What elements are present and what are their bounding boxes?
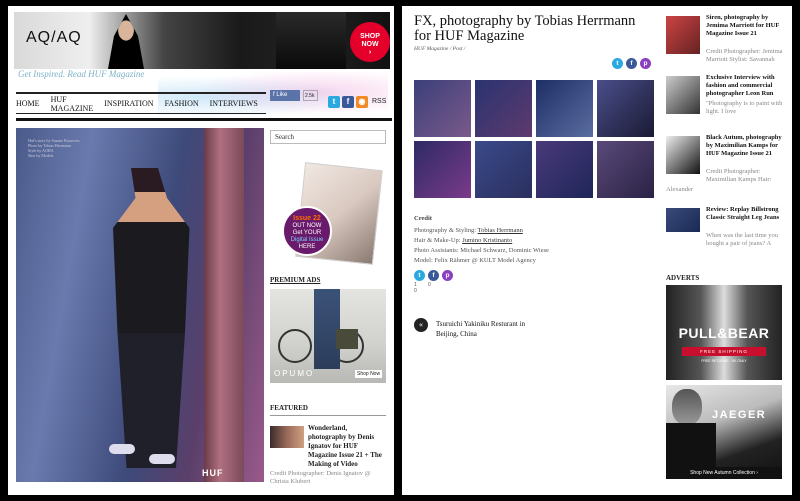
premium-ads-heading[interactable]: PREMIUM ADS	[270, 276, 320, 284]
shop-now-button[interactable]: SHOP NOW ›	[350, 22, 390, 62]
jaeger-logo: JAEGER	[712, 409, 767, 421]
rss-icon[interactable]: ◉	[356, 96, 368, 108]
sidebar-post-thumbnail[interactable]	[666, 136, 700, 174]
pull-and-bear-logo: PULL&BEAR	[678, 325, 770, 341]
credit-label: Hair & Make-Up:	[414, 237, 463, 244]
share-buttons-bottom: t f p	[414, 270, 453, 281]
share-count: 0	[428, 282, 431, 288]
banner-model-image	[108, 14, 144, 69]
credit-heading: Credit	[414, 215, 432, 222]
nav-inspiration[interactable]: INSPIRATION	[104, 99, 153, 108]
issue-badge[interactable]: Issue 22 OUT NOW Get YOUR Digital Issue …	[282, 206, 332, 256]
photo-gallery	[414, 80, 656, 198]
header-divider	[16, 118, 392, 121]
ad-bag	[336, 329, 358, 349]
search-input[interactable]: Search	[270, 130, 386, 144]
magazine-promo[interactable]: Issue 22 OUT NOW Get YOUR Digital Issue …	[282, 162, 386, 266]
facebook-share-icon[interactable]: f	[428, 270, 439, 281]
gallery-thumbnail[interactable]	[475, 80, 532, 137]
gallery-thumbnail[interactable]	[414, 141, 471, 198]
featured-thumbnail[interactable]	[270, 426, 304, 448]
sidebar-post-excerpt: Credit Photographer: Maximilian Kamps Ha…	[706, 168, 772, 183]
twitter-icon[interactable]: t	[328, 96, 340, 108]
main-nav: HOME HUF MAGAZINE INSPIRATION FASHION IN…	[16, 92, 266, 114]
bike-wheel	[278, 329, 312, 363]
previous-post-title[interactable]: Tsuruichi Yakiniku Resturant in Beijing,…	[436, 319, 546, 339]
sidebar-post-excerpt: Credit Photographer: Jemima Marriott Sty…	[706, 48, 783, 63]
sidebar-post-thumbnail[interactable]	[666, 208, 700, 232]
hero-brand: HUF	[202, 468, 224, 478]
sidebar-post-excerpt: "Photography is to paint with light. I l…	[706, 100, 783, 115]
facebook-share-icon[interactable]: f	[626, 58, 637, 69]
free-shipping-banner: FREE SHIPPING	[682, 347, 766, 356]
jaeger-ad[interactable]: JAEGER Shop New Autumn Collection ›	[666, 385, 782, 479]
shop-collection-link[interactable]: Shop New Autumn Collection ›	[666, 467, 782, 479]
credit-label: Photography & Styling:	[414, 227, 478, 234]
gallery-thumbnail[interactable]	[597, 141, 654, 198]
share-count: 0	[414, 288, 417, 294]
gallery-thumbnail[interactable]	[475, 141, 532, 198]
hero-wall	[204, 128, 244, 482]
top-banner-ad[interactable]: AQ/AQ SHOP NOW ›	[14, 12, 390, 69]
social-links: f Like 2.5k t f ◉ RSS	[270, 90, 390, 112]
sidebar-post-title[interactable]: Review: Replay Billstrong Classic Straig…	[706, 206, 786, 222]
left-browser-panel: AQ/AQ SHOP NOW › Get Inspired. Read HUF …	[8, 6, 394, 495]
like-count: 2.5k	[303, 90, 318, 101]
ad-model-head	[672, 389, 702, 425]
share-buttons-top: t f p	[612, 58, 651, 69]
share-counts: 1 00	[414, 282, 454, 294]
nav-interviews[interactable]: INTERVIEWS	[210, 99, 258, 108]
hero-image[interactable]: Huf's story by Suzane Brouwers Photo by T…	[16, 128, 264, 482]
shop-now-line2: NOW	[361, 41, 379, 48]
pull-and-bear-ad[interactable]: PULL&BEAR FREE SHIPPING FREE RETURNS · U…	[666, 285, 782, 380]
featured-title[interactable]: Wonderland, photography by Denis Ignatov…	[308, 424, 386, 469]
nav-huf-magazine[interactable]: HUF MAGAZINE	[51, 95, 94, 113]
opumo-ad[interactable]: OPUMO Shop Now	[270, 289, 386, 383]
gallery-thumbnail[interactable]	[536, 80, 593, 137]
credit-block: Credit Photography & Styling: Tobias Her…	[414, 214, 654, 266]
nav-home[interactable]: HOME	[16, 99, 40, 108]
site-tagline: Get Inspired. Read HUF Magazine	[18, 69, 145, 79]
featured-excerpt: Credit Photographer: Denis Ignatov @ Chr…	[270, 470, 371, 485]
credit-assistants: Photo Assistants: Michael Schwarz, Domin…	[414, 247, 550, 254]
credit-model: Model: Felix Rähmer @ KULT Model Agency	[414, 257, 536, 264]
hero-shoe-left	[109, 444, 135, 454]
gallery-thumbnail[interactable]	[414, 80, 471, 137]
banner-logo: AQ/AQ	[26, 29, 82, 46]
photographer-link[interactable]: Tobias Herrmann	[478, 227, 523, 234]
sidebar-post-title[interactable]: Black Autum, photography by Maximilian K…	[706, 134, 786, 158]
opumo-shop-now-button[interactable]: Shop Now	[355, 370, 383, 378]
sidebar-post-title[interactable]: Exclusive Interview with fashion and com…	[706, 74, 786, 98]
makeup-artist-link[interactable]: Jumino Kristinanto	[462, 237, 512, 244]
right-browser-panel: FX, photography by Tobias Herrmann for H…	[402, 6, 792, 495]
sidebar-post-excerpt-tail: Alexander	[666, 186, 694, 193]
shop-now-line1: SHOP	[360, 33, 380, 40]
facebook-like-button[interactable]: f Like	[270, 90, 300, 101]
sidebar-post-title[interactable]: Siren, photography by Jemima Marriott fo…	[706, 14, 786, 38]
gallery-thumbnail[interactable]	[597, 80, 654, 137]
gallery-thumbnail[interactable]	[536, 141, 593, 198]
twitter-share-icon[interactable]: t	[612, 58, 623, 69]
hero-shoe-right	[149, 454, 175, 464]
ad-smallprint: FREE RETURNS · UK ONLY	[701, 359, 747, 363]
opumo-logo: OPUMO	[274, 369, 315, 378]
nav-fashion[interactable]: FASHION	[165, 99, 199, 108]
article-breadcrumb[interactable]: HUF Magazine / Post /	[414, 46, 465, 52]
featured-heading: FEATURED	[270, 404, 386, 416]
chevron-right-icon: ›	[368, 49, 372, 56]
twitter-share-icon[interactable]: t	[414, 270, 425, 281]
sidebar-post-thumbnail[interactable]	[666, 16, 700, 54]
chevron-left-icon[interactable]: «	[414, 318, 428, 332]
rss-label[interactable]: RSS	[372, 98, 386, 105]
article-title: FX, photography by Tobias Herrmann for H…	[414, 13, 636, 44]
hero-model	[113, 168, 190, 468]
pinterest-share-icon[interactable]: p	[640, 58, 651, 69]
banner-model-image-2	[276, 12, 346, 69]
facebook-icon[interactable]: f	[342, 96, 354, 108]
sidebar-post-thumbnail[interactable]	[666, 76, 700, 114]
hero-credit-text: Huf's story by Suzane Brouwers Photo by T…	[28, 138, 80, 158]
sidebar-post-excerpt: When was the last time you bought a pair…	[706, 232, 779, 247]
pinterest-share-icon[interactable]: p	[442, 270, 453, 281]
